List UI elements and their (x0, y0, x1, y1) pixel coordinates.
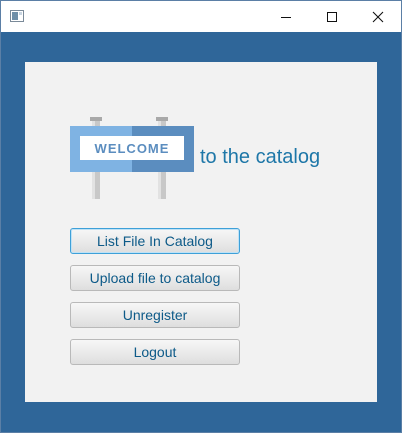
maximize-button[interactable] (309, 1, 355, 32)
minimize-button[interactable] (263, 1, 309, 32)
close-icon (372, 11, 384, 22)
unregister-button[interactable]: Unregister (70, 302, 240, 328)
list-file-button[interactable]: List File In Catalog (70, 228, 240, 254)
maximize-icon (327, 11, 337, 22)
app-window: WELCOME to the catalog List File In Cata… (0, 0, 402, 433)
window-client-area: WELCOME to the catalog List File In Cata… (1, 32, 401, 432)
title-bar[interactable] (1, 1, 401, 32)
welcome-sign-logo: WELCOME (70, 117, 194, 199)
logout-button[interactable]: Logout (70, 339, 240, 365)
app-icon (10, 10, 24, 22)
main-panel: WELCOME to the catalog List File In Cata… (25, 62, 377, 402)
upload-file-button[interactable]: Upload file to catalog (70, 265, 240, 291)
page-title: to the catalog (200, 146, 321, 168)
close-button[interactable] (355, 1, 401, 32)
minimize-icon (281, 16, 291, 18)
sign-text: WELCOME (95, 141, 170, 156)
